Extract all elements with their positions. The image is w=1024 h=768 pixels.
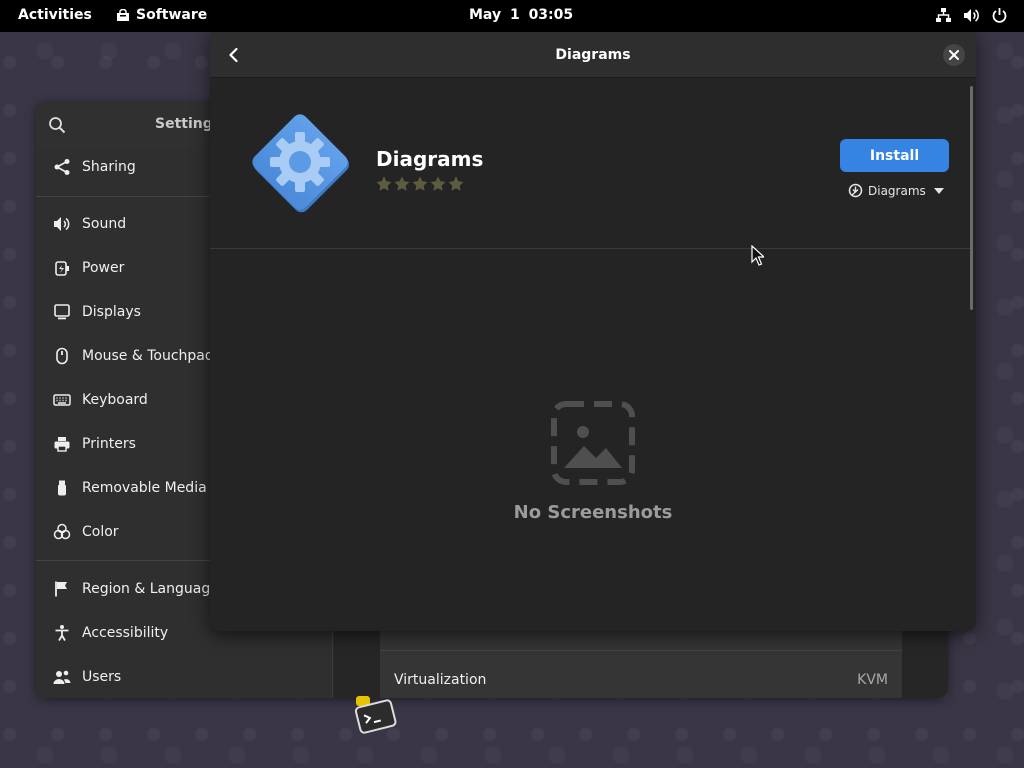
star-icon (376, 176, 392, 191)
sidebar-item-users[interactable]: Users (36, 655, 333, 698)
sidebar-item-label: Keyboard (82, 392, 148, 408)
usb-icon (58, 480, 66, 496)
activities-button[interactable]: Activities (18, 7, 92, 23)
star-icon (448, 176, 464, 191)
close-icon (949, 50, 959, 60)
sidebar-item-label: Accessibility (82, 625, 169, 641)
flatpak-source-icon (848, 183, 863, 198)
power-plug-icon (55, 261, 69, 276)
app-menu[interactable]: Software (116, 7, 207, 23)
image-missing-icon (551, 401, 635, 485)
system-tray[interactable] (935, 7, 1008, 24)
app-details-dialog: Diagrams Diagrams Install Diagrams No Sc… (210, 32, 976, 631)
install-button[interactable]: Install (840, 139, 949, 172)
star-rating (375, 175, 465, 193)
app-name: Diagrams (376, 147, 484, 171)
shopping-bag-icon (117, 8, 129, 21)
star-icon (394, 176, 410, 191)
mouse-icon (56, 347, 68, 365)
sidebar-item-label: Sound (82, 216, 127, 232)
star-icon (430, 176, 446, 191)
virtualization-value: KVM (857, 672, 888, 688)
sidebar-item-label: Removable Media (82, 480, 207, 496)
virtualization-label: Virtualization (394, 672, 487, 688)
app-gear-icon (252, 114, 350, 213)
users-icon (53, 670, 71, 684)
top-bar: Activities Software May 1 03:05 (0, 0, 1024, 32)
chevron-down-icon (933, 187, 944, 194)
network-icon (936, 8, 951, 22)
sidebar-item-label: Mouse & Touchpad (82, 348, 214, 364)
dialog-header: Diagrams (210, 32, 976, 78)
flag-icon (55, 581, 67, 597)
source-selector[interactable]: Diagrams (848, 183, 944, 198)
app-header: Diagrams Install Diagrams (210, 78, 972, 249)
sidebar-item-label: Color (82, 524, 119, 540)
power-icon (992, 8, 1007, 23)
star-icon (412, 176, 428, 191)
source-label: Diagrams (868, 183, 926, 198)
scrollbar[interactable] (970, 86, 973, 310)
virtualization-row: Virtualization KVM (380, 650, 902, 698)
search-icon[interactable] (48, 116, 66, 134)
sidebar-item-label: Printers (82, 436, 136, 452)
accessibility-icon (55, 625, 69, 641)
share-icon (54, 159, 70, 175)
keyboard-icon (53, 394, 71, 406)
clock[interactable]: May 1 03:05 (469, 7, 573, 23)
sidebar-item-label: Displays (82, 304, 141, 320)
sidebar-item-label: Sharing (82, 159, 136, 175)
dialog-title: Diagrams (555, 47, 631, 63)
color-icon (53, 523, 71, 540)
display-icon (54, 304, 70, 320)
close-button[interactable] (943, 44, 965, 66)
volume-icon (964, 9, 979, 22)
sidebar-item-label: Users (82, 669, 122, 685)
sound-icon (54, 217, 70, 231)
screenshots-placeholder: No Screenshots (210, 400, 976, 523)
app-menu-label: Software (136, 7, 208, 23)
no-screenshots-label: No Screenshots (513, 502, 673, 523)
terminal-icon[interactable] (354, 696, 406, 740)
sidebar-item-label: Region & Language (82, 581, 219, 597)
sidebar-item-label: Power (82, 260, 125, 276)
mouse-cursor-icon (751, 245, 764, 266)
printer-icon (54, 437, 70, 452)
